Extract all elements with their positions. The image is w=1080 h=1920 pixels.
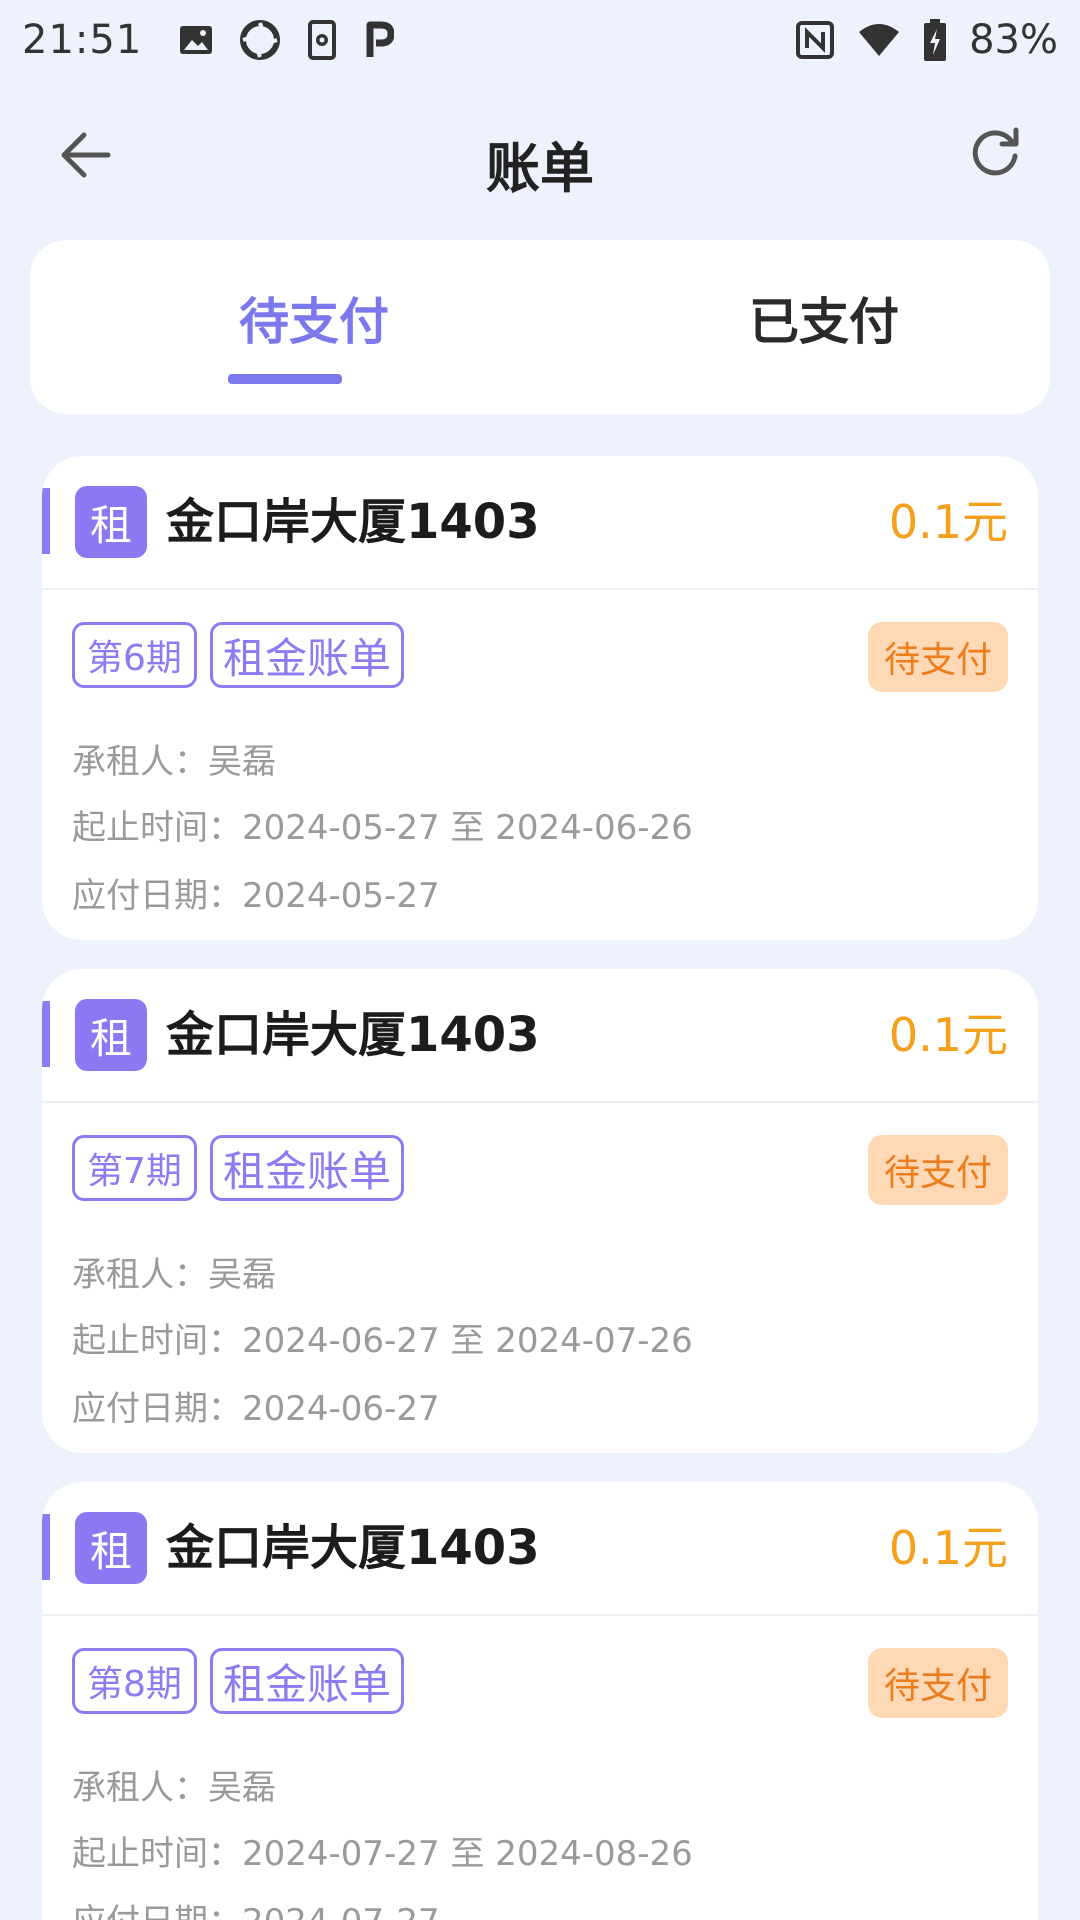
period-tag: 第7期 (72, 1135, 197, 1201)
status-notification-icons (178, 20, 395, 60)
status-bar: 21:51 83% (0, 0, 1080, 80)
due-date-info: 应付日期：2024-07-27 (72, 1894, 440, 1920)
period-range-info: 起止时间：2024-07-27 至 2024-08-26 (72, 1834, 693, 1874)
status-badge: 待支付 (868, 1135, 1008, 1205)
image-icon (178, 22, 214, 58)
bill-amount: 0.1元 (888, 1521, 1008, 1575)
status-time: 21:51 (22, 17, 143, 63)
battery-percent: 83% (969, 17, 1058, 63)
card-divider (42, 1614, 1038, 1616)
period-tag: 第8期 (72, 1648, 197, 1714)
bill-amount: 0.1元 (888, 1008, 1008, 1062)
property-name: 金口岸大厦1403 (166, 1007, 540, 1063)
card-accent-bar (42, 1514, 50, 1580)
phone-settings-icon (306, 20, 338, 60)
status-badge: 待支付 (868, 1648, 1008, 1718)
due-date-info: 应付日期：2024-05-27 (72, 876, 440, 916)
due-date-info: 应付日期：2024-06-27 (72, 1389, 440, 1429)
tenant-info: 承租人：吴磊 (72, 742, 276, 782)
active-tab-indicator (228, 374, 342, 384)
battery-icon (923, 19, 947, 61)
rent-badge: 租 (75, 999, 147, 1071)
status-system-icons: 83% (795, 17, 1058, 63)
tenant-info: 承租人：吴磊 (72, 1255, 276, 1295)
period-range-info: 起止时间：2024-05-27 至 2024-06-26 (72, 808, 693, 848)
tenant-info: 承租人：吴磊 (72, 1768, 276, 1808)
nfc-icon (795, 20, 835, 60)
rent-badge: 租 (75, 1512, 147, 1584)
p-icon (364, 21, 395, 59)
card-accent-bar (42, 1001, 50, 1067)
bill-type-tag: 租金账单 (210, 622, 405, 688)
card-divider (42, 1101, 1038, 1103)
card-divider (42, 588, 1038, 590)
period-tag: 第6期 (72, 622, 197, 688)
card-accent-bar (42, 488, 50, 554)
bill-card[interactable]: 租 金口岸大厦1403 0.1元 第6期 租金账单 待支付 承租人：吴磊 起止时… (42, 456, 1038, 940)
period-range-info: 起止时间：2024-06-27 至 2024-07-26 (72, 1321, 693, 1361)
bill-card[interactable]: 租 金口岸大厦1403 0.1元 第7期 租金账单 待支付 承租人：吴磊 起止时… (42, 969, 1038, 1453)
refresh-button[interactable] (962, 120, 1028, 186)
wifi-icon (857, 22, 901, 58)
tab-paid[interactable]: 已支付 (674, 282, 974, 354)
aperture-icon (240, 20, 281, 60)
refresh-icon (972, 127, 1019, 176)
tab-pending[interactable]: 待支付 (164, 282, 464, 354)
app-header: 账单 (0, 90, 1080, 220)
property-name: 金口岸大厦1403 (166, 494, 540, 550)
status-badge: 待支付 (868, 622, 1008, 692)
bill-type-tag: 租金账单 (210, 1135, 405, 1201)
property-name: 金口岸大厦1403 (166, 1520, 540, 1576)
page-title: 账单 (486, 137, 594, 200)
bill-tabs: 待支付 已支付 (30, 240, 1050, 414)
bill-amount: 0.1元 (888, 495, 1008, 549)
bill-card[interactable]: 租 金口岸大厦1403 0.1元 第8期 租金账单 待支付 承租人：吴磊 起止时… (42, 1482, 1038, 1920)
bill-type-tag: 租金账单 (210, 1648, 405, 1714)
rent-badge: 租 (75, 486, 147, 558)
